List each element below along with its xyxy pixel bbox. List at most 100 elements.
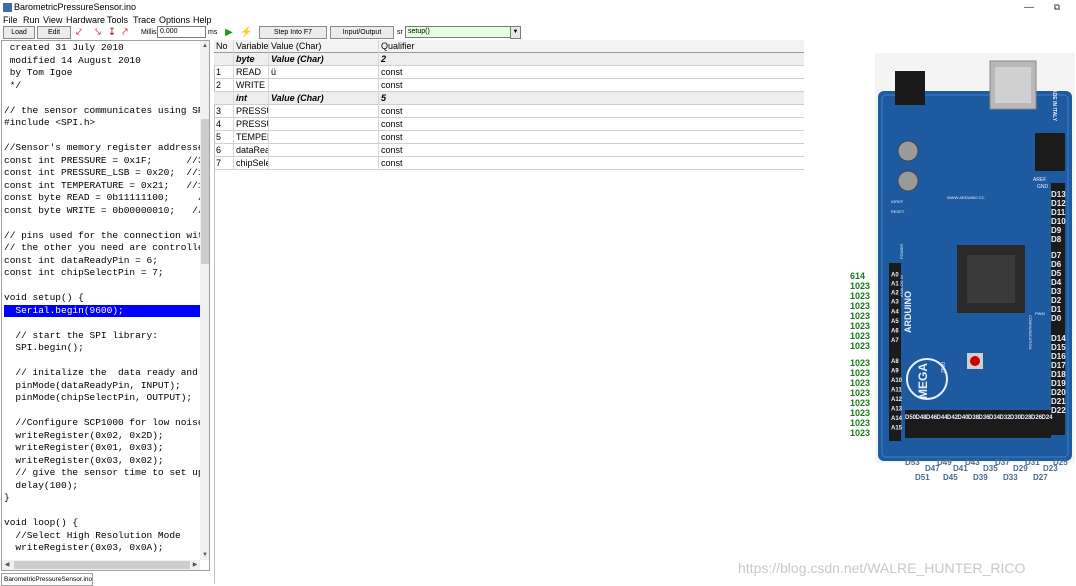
stop-icon[interactable]: ⚡ (240, 26, 252, 39)
code-line[interactable]: // initalize the data ready and chip sel… (4, 367, 200, 380)
code-line[interactable]: // give the sensor time to set up: (4, 467, 200, 480)
table-row[interactable]: 4PRESSU const (214, 118, 804, 131)
code-line[interactable]: SPI.begin(); (4, 342, 200, 355)
menu-options[interactable]: Options (159, 15, 190, 26)
minimize-icon[interactable]: — (1022, 0, 1036, 15)
code-line[interactable]: delay(100); (4, 480, 200, 493)
header-value[interactable]: Value (Char) (269, 40, 379, 53)
cell-variable: byte (234, 53, 269, 66)
board-reset-label: RESET (891, 209, 905, 214)
code-line[interactable]: } (4, 492, 200, 505)
code-line[interactable] (4, 405, 200, 418)
code-line[interactable]: void setup() { (4, 292, 200, 305)
menu-hardware[interactable]: Hardware (66, 15, 105, 26)
code-line[interactable]: writeRegister(0x03, 0x0A); (4, 542, 200, 555)
cell-no (214, 53, 234, 66)
header-no[interactable]: No (214, 40, 234, 53)
menu-bar: File Run View Hardware Tools Trace Optio… (0, 15, 1076, 26)
code-line[interactable]: // start the SPI library: (4, 330, 200, 343)
code-line[interactable] (4, 280, 200, 293)
step-out-icon[interactable]: ⤤ (120, 26, 130, 39)
scroll-right-icon[interactable]: ▶ (190, 560, 200, 570)
header-variable[interactable]: Variable (234, 40, 269, 53)
input-output-button[interactable]: Input/Output (330, 26, 394, 39)
table-row[interactable]: 6dataRea□ const (214, 144, 804, 157)
code-line[interactable]: writeRegister(0x03, 0x02); (4, 455, 200, 468)
analog-pin-label: A13 (891, 407, 903, 413)
millis-field[interactable]: 0.000 (157, 26, 206, 38)
code-line[interactable]: const byte READ = 0b11111100; // SCP1000… (4, 192, 200, 205)
analog-pin-label: A1 (891, 282, 899, 288)
code-line[interactable]: //Configure SCP1000 for low noise config… (4, 417, 200, 430)
code-line[interactable]: */ (4, 80, 200, 93)
load-button[interactable]: Load (3, 26, 35, 39)
menu-view[interactable]: View (43, 15, 62, 26)
code-line[interactable]: const int TEMPERATURE = 0x21; //16 bit t… (4, 180, 200, 193)
code-line[interactable] (4, 505, 200, 518)
table-row[interactable]: 1 READ ü const (214, 66, 804, 79)
code-line[interactable]: const byte WRITE = 0b00000010; // SCP100… (4, 205, 200, 218)
digital-pin-label: D5 (1051, 269, 1062, 278)
analog-pin-label: A7 (891, 338, 899, 344)
code-line[interactable]: //Sensor's memory register addresses: (4, 142, 200, 155)
edit-button[interactable]: Edit (37, 26, 71, 39)
code-line[interactable]: pinMode(dataReadyPin, INPUT); (4, 380, 200, 393)
code-lines: created 31 July 2010 modified 14 August … (4, 42, 200, 560)
code-line[interactable]: writeRegister(0x01, 0x03); (4, 442, 200, 455)
code-line[interactable]: by Tom Igoe (4, 67, 200, 80)
run-arrow-icon[interactable]: ⤦ (74, 26, 84, 39)
code-line[interactable] (4, 317, 200, 330)
digital-pin-label: D6 (1051, 260, 1062, 269)
code-line[interactable] (4, 130, 200, 143)
code-line[interactable]: created 31 July 2010 (4, 42, 200, 55)
scroll-up-icon[interactable]: ▲ (200, 41, 209, 51)
code-line[interactable]: const int dataReadyPin = 6; (4, 255, 200, 268)
code-line[interactable]: const int chipSelectPin = 7; (4, 267, 200, 280)
play-icon[interactable]: ▶ (224, 26, 234, 39)
cell-qualifier: const (381, 119, 403, 129)
code-line[interactable] (4, 355, 200, 368)
code-line[interactable] (4, 92, 200, 105)
code-line[interactable]: // the other you need are controlled by … (4, 242, 200, 255)
code-line[interactable]: #include <SPI.h> (4, 117, 200, 130)
code-line[interactable]: writeRegister(0x02, 0x2D); (4, 430, 200, 443)
table-row[interactable]: 3PRESSU const (214, 105, 804, 118)
step-into-button[interactable]: Step Into F7 (259, 26, 327, 39)
type-group-row[interactable]: byte Value (Char) 2 (214, 53, 804, 66)
header-qualifier[interactable]: Qualifier (379, 40, 804, 53)
analog-pin-label: A11 (891, 388, 902, 394)
code-line[interactable]: modified 14 August 2010 (4, 55, 200, 68)
menu-file[interactable]: File (3, 15, 18, 26)
restore-icon[interactable]: ⧉ (1050, 0, 1064, 15)
table-row[interactable]: 7chipSele□ const (214, 157, 804, 170)
code-line[interactable]: Serial.begin(9600); (4, 304, 200, 317)
table-row[interactable]: 5TEMPER! const (214, 131, 804, 144)
vertical-scroll-thumb[interactable] (201, 119, 209, 264)
code-line[interactable]: pinMode(chipSelectPin, OUTPUT); (4, 392, 200, 405)
code-line[interactable]: const int PRESSURE = 0x1F; //3 most sign… (4, 155, 200, 168)
code-line[interactable]: // pins used for the connection with the… (4, 230, 200, 243)
function-select[interactable]: setup() (405, 26, 513, 38)
menu-help[interactable]: Help (193, 15, 212, 26)
scroll-down-icon[interactable]: ▼ (200, 550, 209, 560)
code-line[interactable]: //Select High Resolution Mode (4, 530, 200, 543)
scroll-left-icon[interactable]: ◀ (2, 560, 12, 570)
code-line[interactable] (4, 217, 200, 230)
watermark: https://blog.csdn.net/WALRE_HUNTER_RICO (738, 560, 1026, 576)
menu-tools[interactable]: Tools (107, 15, 128, 26)
code-editor[interactable]: created 31 July 2010 modified 14 August … (1, 40, 210, 571)
step-down-icon[interactable]: ↧ (107, 26, 117, 39)
menu-run[interactable]: Run (23, 15, 40, 26)
type-group-row[interactable]: int Value (Char) 5 (214, 92, 804, 105)
table-row[interactable]: 2 WRITE const (214, 79, 804, 92)
horizontal-scroll-thumb[interactable] (14, 561, 190, 569)
digital-pin-label: D11 (1051, 208, 1066, 217)
file-tab[interactable]: BarometricPressureSensor.ino (1, 573, 93, 586)
chevron-down-icon[interactable]: ▼ (510, 26, 521, 39)
code-line[interactable]: // the sensor communicates using SPI, so… (4, 105, 200, 118)
step-over-icon[interactable]: ⤥ (93, 26, 103, 39)
digital-pin-label: D13 (1051, 190, 1066, 199)
code-line[interactable]: const int PRESSURE_LSB = 0x20; //16 leas… (4, 167, 200, 180)
code-line[interactable]: void loop() { (4, 517, 200, 530)
menu-trace[interactable]: Trace (133, 15, 156, 26)
